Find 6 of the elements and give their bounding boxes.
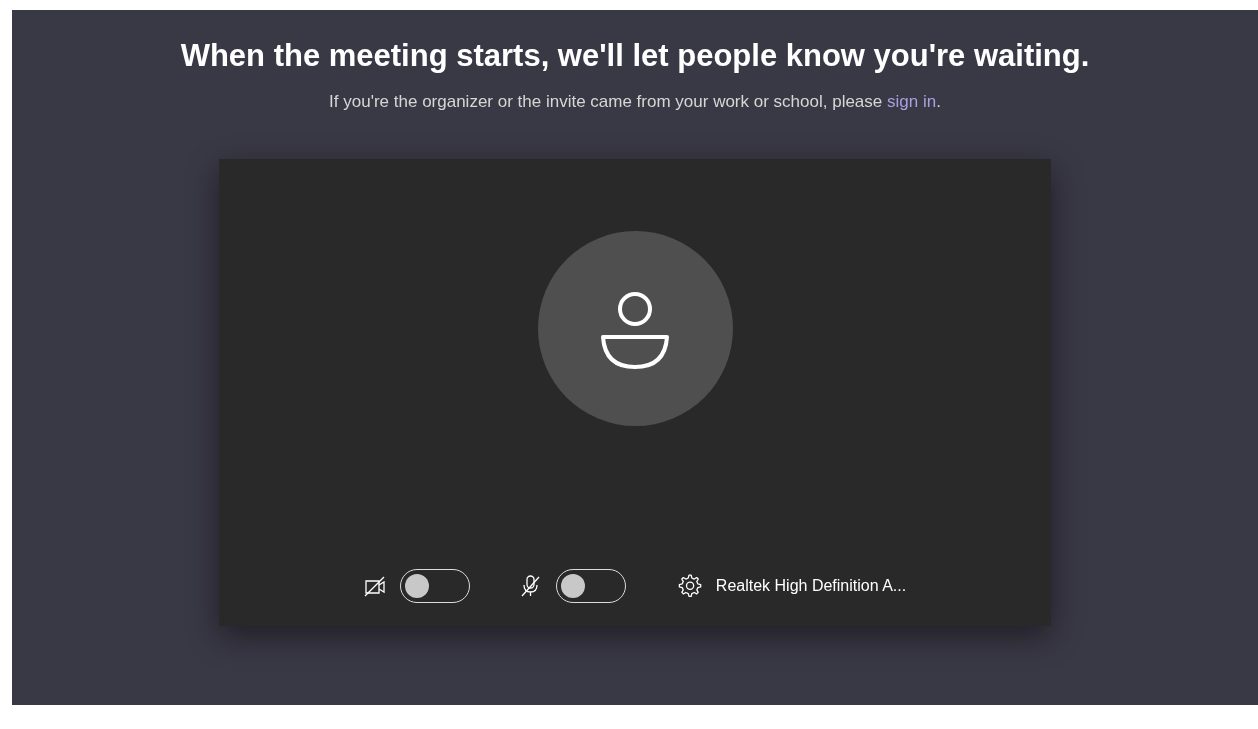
- device-settings-button[interactable]: Realtek High Definition A...: [675, 573, 907, 599]
- heading: When the meeting starts, we'll let people know you're waiting.: [180, 37, 1090, 75]
- microphone-off-icon: [519, 574, 542, 598]
- camera-off-icon: [363, 574, 386, 598]
- subtitle-text: If you're the organizer or the invite came from your work or school, please sign in.: [329, 91, 941, 113]
- sign-in-link[interactable]: sign in: [887, 92, 937, 111]
